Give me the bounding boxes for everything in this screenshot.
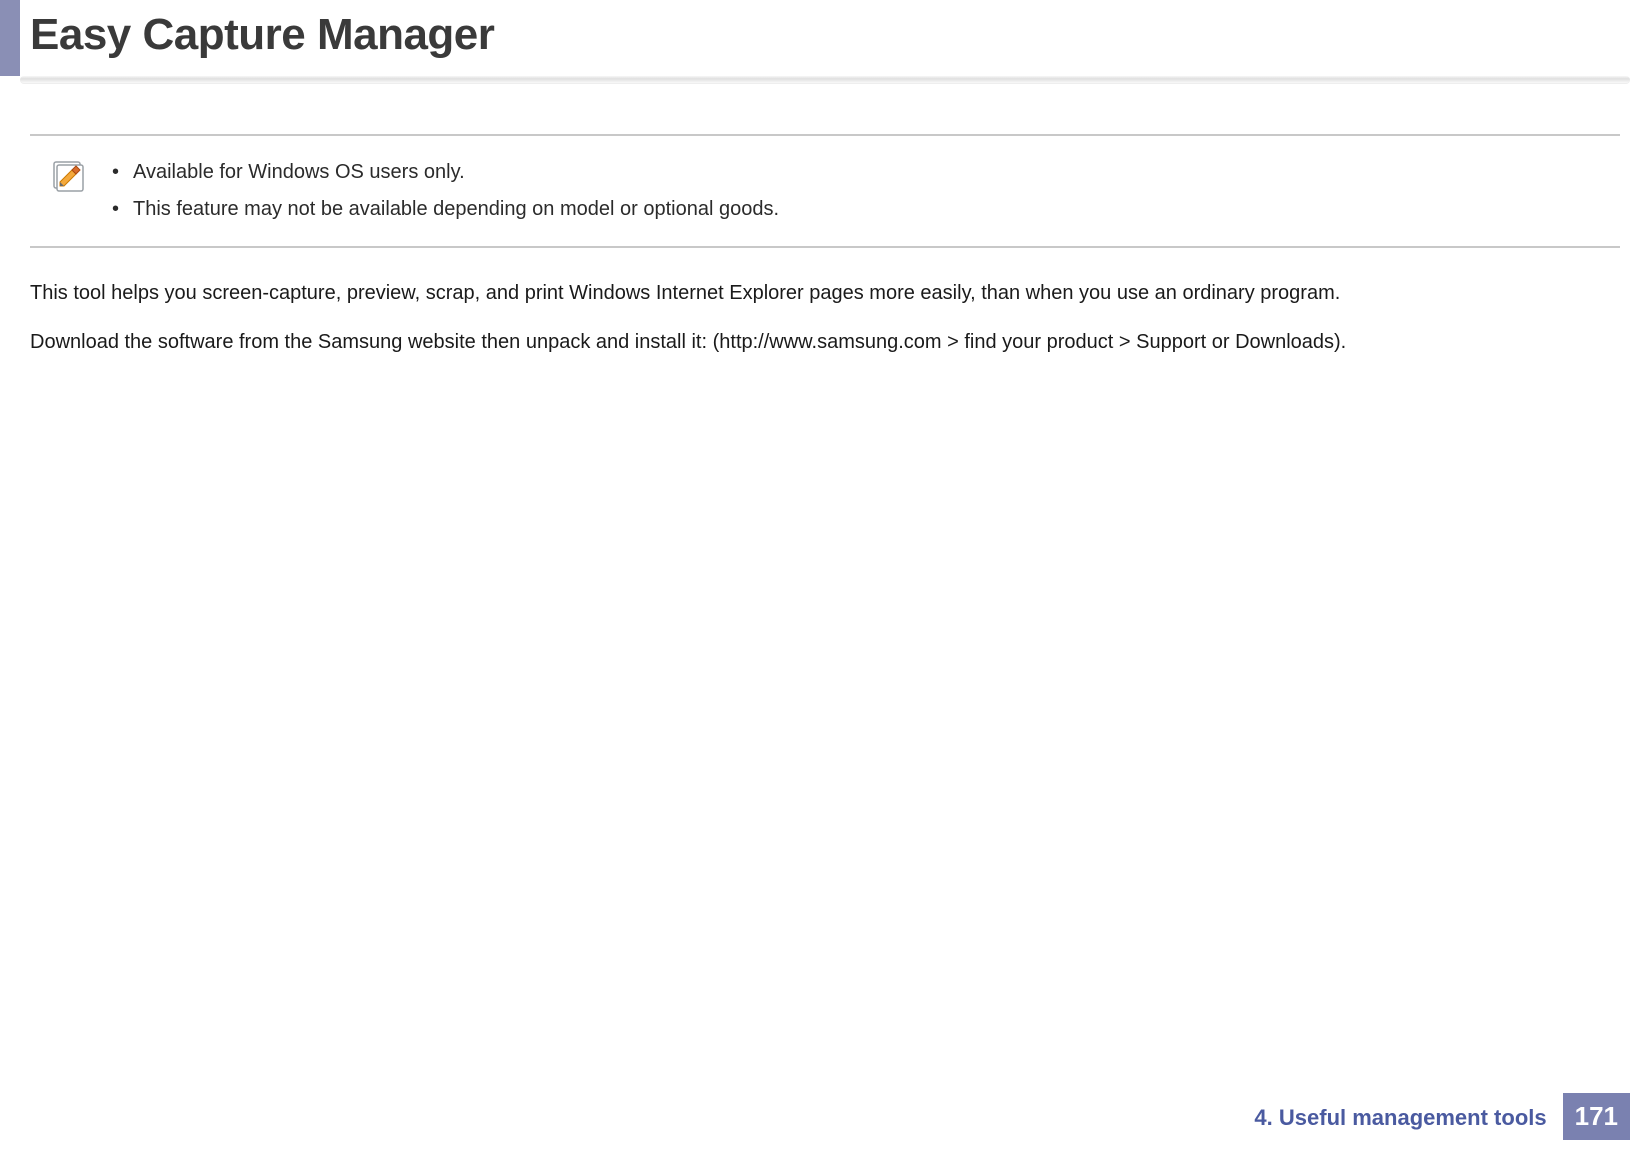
note-icon-wrap (40, 154, 86, 192)
note-item: This feature may not be available depend… (106, 191, 779, 228)
header-divider (20, 76, 1630, 84)
footer-page-number: 171 (1563, 1093, 1630, 1140)
note-item: Available for Windows OS users only. (106, 154, 779, 191)
body-paragraph: Download the software from the Samsung w… (30, 327, 1620, 358)
page-title: Easy Capture Manager (20, 0, 494, 76)
note-callout: Available for Windows OS users only. Thi… (30, 134, 1620, 248)
body-content: This tool helps you screen-capture, prev… (30, 278, 1620, 358)
note-list: Available for Windows OS users only. Thi… (106, 154, 779, 228)
footer-chapter-label: 4. Useful management tools (1254, 1095, 1562, 1139)
page-header: Easy Capture Manager (0, 0, 1650, 76)
body-paragraph: This tool helps you screen-capture, prev… (30, 278, 1620, 309)
page-footer: 4. Useful management tools 171 (1254, 1093, 1630, 1140)
header-accent-bar (0, 0, 20, 76)
note-pencil-icon (50, 156, 86, 192)
